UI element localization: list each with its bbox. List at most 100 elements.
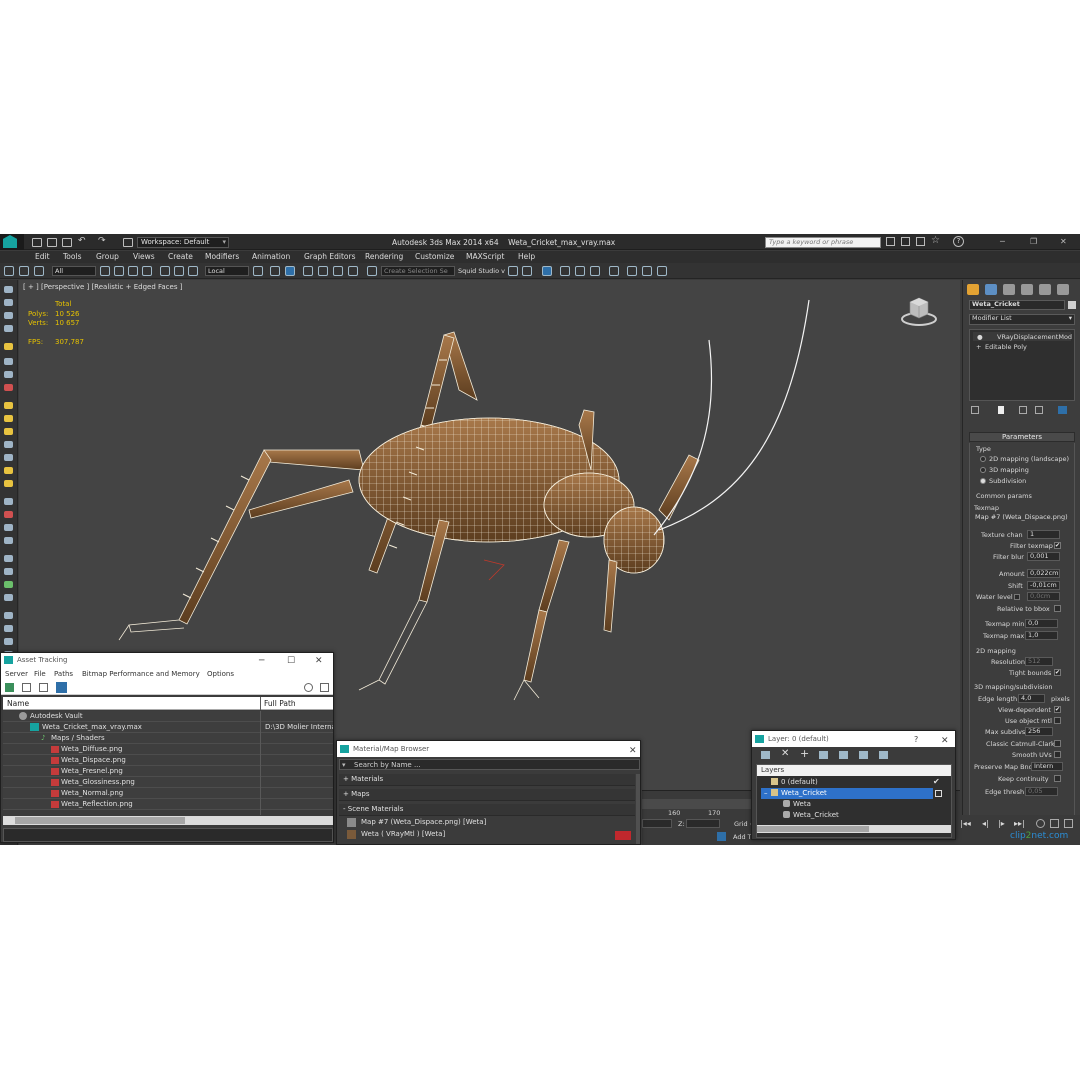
minimize-icon[interactable]: ─ [1000, 237, 1005, 246]
goto-start-icon[interactable]: |◂◂ [960, 819, 971, 828]
select-object-icon[interactable] [100, 266, 110, 276]
show-end-result-icon[interactable] [998, 406, 1004, 414]
table-view-icon[interactable] [56, 682, 67, 693]
remove-modifier-icon[interactable] [1035, 406, 1043, 414]
subscription-icon[interactable] [901, 237, 910, 246]
delete-layer-icon[interactable]: ✕ [781, 748, 789, 759]
move-icon[interactable] [160, 266, 170, 276]
material-search-input[interactable]: ▾ Search by Name ... [339, 759, 640, 770]
light-bulb-icon[interactable]: ● [977, 333, 983, 341]
table-row[interactable]: Autodesk Vault [3, 711, 333, 722]
strip-tool-23-icon[interactable] [4, 594, 13, 601]
pin-stack-icon[interactable] [971, 406, 979, 414]
filter-blur-spinner[interactable]: 0,001 [1027, 552, 1060, 561]
orbit-icon[interactable] [1064, 819, 1073, 828]
settings-icon[interactable] [320, 683, 329, 692]
strip-tool-5-icon[interactable] [4, 343, 13, 350]
section-maps[interactable]: + Maps [339, 789, 635, 801]
save-file-icon[interactable] [62, 238, 72, 247]
strip-tool-12-icon[interactable] [4, 441, 13, 448]
asset-tracking-titlebar[interactable]: Asset Tracking ─ ☐ ✕ [1, 653, 333, 667]
table-row[interactable]: Weta_Glossiness.png [3, 777, 333, 788]
section-scene-materials[interactable]: - Scene Materials [339, 804, 635, 816]
max-subdivs-spinner[interactable]: 256 [1025, 727, 1053, 736]
maximize-icon[interactable]: ☐ [287, 654, 295, 668]
classic-catmull-checkbox[interactable] [1054, 740, 1061, 747]
configure-modifier-sets-icon[interactable] [1058, 406, 1067, 414]
highlight-layer-icon[interactable] [839, 751, 848, 759]
menu-options[interactable]: Options [207, 670, 234, 678]
table-row[interactable]: ♪ Maps / Shaders [3, 733, 333, 744]
strip-tool-26-icon[interactable] [4, 638, 13, 645]
next-frame-icon[interactable]: |▸ [998, 819, 1005, 828]
strip-tool-1-icon[interactable] [4, 286, 13, 293]
menu-rendering[interactable]: Rendering [365, 252, 403, 261]
new-file-icon[interactable] [32, 238, 42, 247]
pivot-center-icon[interactable] [253, 266, 263, 276]
strip-tool-18-icon[interactable] [4, 524, 13, 531]
preserve-map-dropdown[interactable]: Intern [1031, 762, 1063, 771]
texmap-min-spinner[interactable]: 0,0 [1025, 619, 1058, 628]
select-by-name-icon[interactable] [114, 266, 124, 276]
keep-continuity-checkbox[interactable] [1054, 775, 1061, 782]
object-color-swatch[interactable] [1068, 301, 1076, 309]
minimize-icon[interactable]: ─ [259, 654, 264, 668]
reference-coord-dropdown[interactable]: Local [205, 266, 249, 276]
scrollbar-thumb[interactable] [15, 817, 185, 824]
graphite-ribbon-icon[interactable] [560, 266, 570, 276]
undo-toolbar-icon[interactable] [4, 266, 14, 276]
layer-row-weta-cricket[interactable]: – Weta_Cricket [761, 788, 933, 799]
select-objects-icon[interactable] [819, 751, 828, 759]
strip-tool-20-icon[interactable] [4, 555, 13, 562]
spinner-snap-icon[interactable] [348, 266, 358, 276]
motion-tab-icon[interactable] [1021, 284, 1033, 295]
strip-tool-6-icon[interactable] [4, 358, 13, 365]
help-search-input[interactable]: Type a keyword or phrase [765, 237, 881, 248]
water-level-checkbox[interactable] [1014, 594, 1020, 600]
redo-icon[interactable]: ↷ [98, 236, 106, 246]
strip-tool-16-icon[interactable] [4, 498, 13, 505]
resolution-spinner[interactable]: 512 [1025, 657, 1053, 666]
app-logo-icon[interactable] [0, 234, 24, 250]
menu-customize[interactable]: Customize [415, 252, 454, 261]
strip-tool-14-icon[interactable] [4, 467, 13, 474]
strip-tool-9-icon[interactable] [4, 402, 13, 409]
radio-3d-mapping[interactable] [980, 467, 986, 473]
make-unique-icon[interactable] [1019, 406, 1027, 414]
asset-path-field[interactable] [3, 828, 333, 842]
table-row[interactable]: Weta_Fresnel.png [3, 766, 333, 777]
workspace-dropdown[interactable]: Workspace: Default ▾ [137, 237, 229, 248]
scale-icon[interactable] [188, 266, 198, 276]
zoom-all-icon[interactable] [1050, 819, 1059, 828]
menu-animation[interactable]: Animation [252, 252, 290, 261]
search-dropdown-icon[interactable]: ▾ [342, 761, 346, 769]
z-coord-field[interactable] [686, 819, 720, 828]
texmap-button[interactable]: Map #7 (Weta_Dispace.png) [973, 514, 1072, 524]
strip-tool-8-icon[interactable] [4, 384, 13, 391]
edge-thresh-spinner[interactable]: 0,05 [1025, 787, 1058, 796]
horizontal-scrollbar[interactable] [3, 816, 333, 825]
layer-row-default[interactable]: 0 (default) ✔ [761, 777, 947, 788]
menu-tools[interactable]: Tools [63, 252, 81, 261]
prev-frame-icon[interactable]: ◂| [982, 819, 989, 828]
create-tab-icon[interactable] [967, 284, 979, 295]
favorites-star-icon[interactable]: ☆ [931, 235, 940, 246]
vertical-scrollbar[interactable] [636, 774, 640, 844]
strip-tool-22-icon[interactable] [4, 581, 13, 588]
communication-icon[interactable] [916, 237, 925, 246]
snaps-toggle-icon[interactable] [303, 266, 313, 276]
texmap-max-spinner[interactable]: 1,0 [1025, 631, 1058, 640]
menu-modifiers[interactable]: Modifiers [205, 252, 239, 261]
table-row[interactable]: Weta_Reflection.png [3, 799, 333, 810]
undo-icon[interactable]: ↶ [78, 236, 86, 246]
strip-tool-4-icon[interactable] [4, 325, 13, 332]
strip-tool-19-icon[interactable] [4, 537, 13, 544]
hierarchy-tab-icon[interactable] [1003, 284, 1015, 295]
curve-editor-icon[interactable] [575, 266, 585, 276]
refresh-icon[interactable] [5, 683, 14, 692]
angle-snap-icon[interactable] [318, 266, 328, 276]
zoom-icon[interactable] [1036, 819, 1045, 828]
close-icon[interactable]: ✕ [315, 654, 323, 668]
hide-all-icon[interactable] [859, 751, 868, 759]
new-layer-icon[interactable] [761, 751, 770, 759]
